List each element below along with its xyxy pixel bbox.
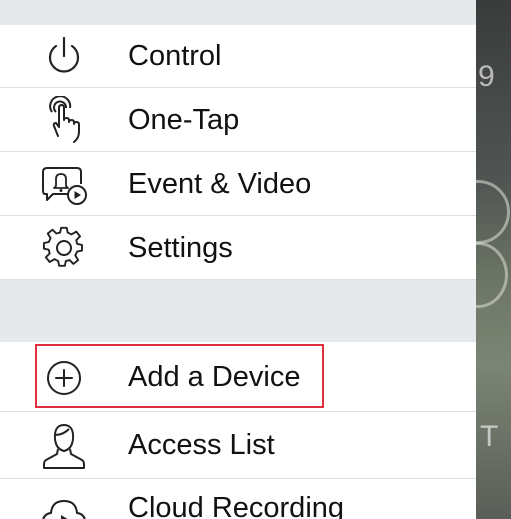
menu-item-label: One-Tap (128, 103, 240, 136)
menu-item-label: Add a Device (128, 361, 301, 393)
background-app-content[interactable]: 9 T (476, 0, 511, 519)
background-ring (476, 242, 508, 308)
cloud-play-icon (36, 490, 92, 519)
menu-item-access-list[interactable]: Access List (0, 413, 476, 479)
section-divider (0, 280, 476, 342)
background-text: 9 (478, 60, 495, 93)
menu-item-event-video[interactable]: Event & Video (0, 153, 476, 216)
tap-hand-icon (36, 95, 92, 145)
user-icon (36, 421, 92, 471)
menu-item-label: Cloud Recording (128, 492, 345, 519)
navigation-drawer: Control One-Tap Event & Video Settings A… (0, 0, 476, 519)
menu-item-control[interactable]: Control (0, 25, 476, 88)
menu-item-add-device[interactable]: Add a Device (0, 344, 476, 412)
menu-item-label: Access List (128, 429, 275, 461)
drawer-top-strip (0, 0, 476, 25)
power-icon (36, 31, 92, 81)
menu-item-label: Control (128, 39, 222, 72)
menu-item-label: Event & Video (128, 167, 312, 200)
event-video-icon (36, 159, 92, 209)
gear-icon (36, 223, 92, 273)
menu-item-label: Settings (128, 231, 233, 264)
background-text: T (480, 420, 499, 453)
menu-item-one-tap[interactable]: One-Tap (0, 89, 476, 152)
background-ring (476, 180, 510, 244)
menu-item-cloud-recording[interactable]: Cloud Recording (0, 480, 476, 519)
menu-item-settings[interactable]: Settings (0, 217, 476, 280)
plus-circle-icon (36, 353, 92, 403)
